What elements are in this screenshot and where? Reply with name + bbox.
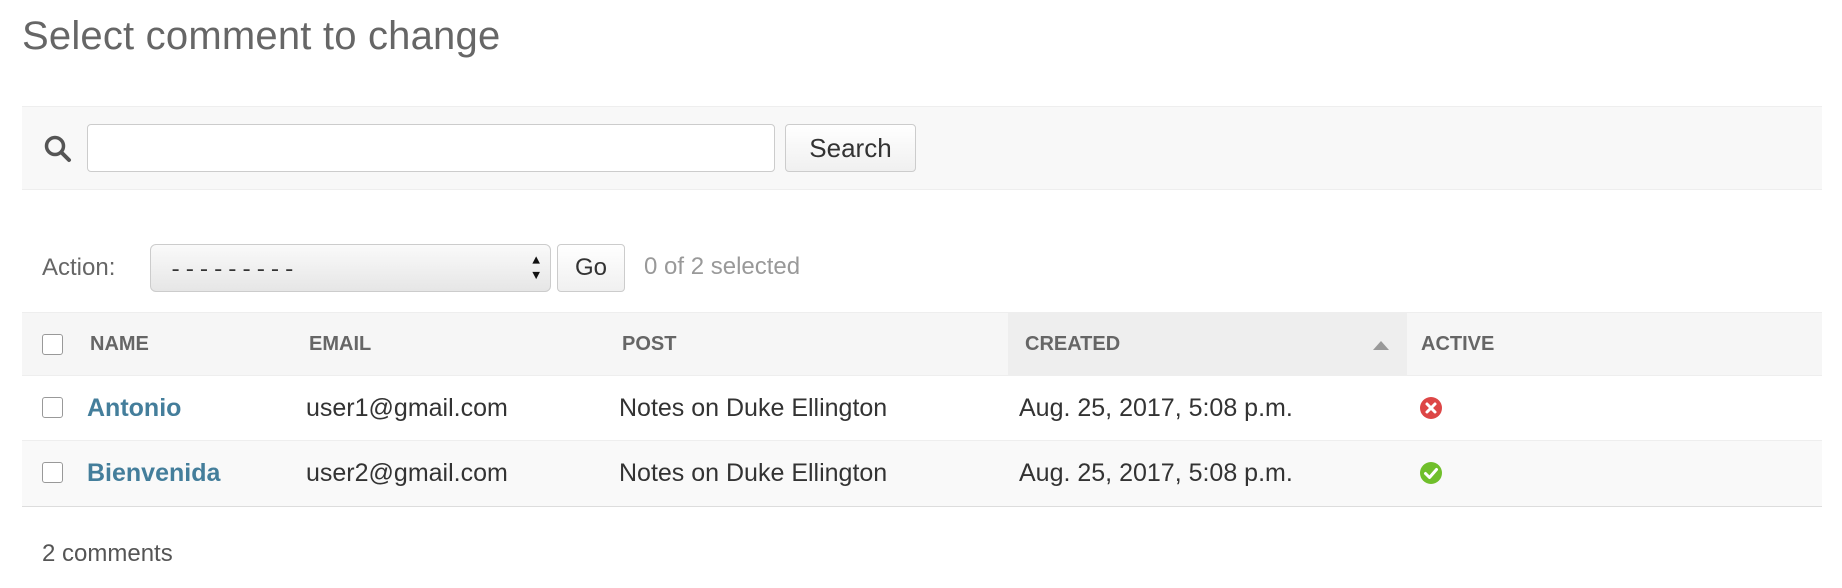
created-cell: Aug. 25, 2017, 5:08 p.m.	[1019, 393, 1293, 422]
go-button[interactable]: Go	[557, 244, 625, 292]
search-button[interactable]: Search	[785, 124, 916, 172]
search-icon	[44, 135, 71, 162]
name-cell: Antonio	[87, 376, 181, 440]
table-header: Name Email Post Created Active	[22, 312, 1822, 376]
table-row: Antonio user1@gmail.com Notes on Duke El…	[22, 376, 1822, 441]
table-row: Bienvenida user2@gmail.com Notes on Duke…	[22, 441, 1822, 506]
check-circle-icon	[1420, 462, 1442, 484]
row-checkbox[interactable]	[42, 462, 63, 483]
action-select[interactable]: --------- ▲ ▼	[150, 244, 551, 292]
column-header-created[interactable]: Created	[1008, 313, 1407, 376]
results-table: Name Email Post Created Active Antonio u…	[22, 312, 1822, 507]
created-cell: Aug. 25, 2017, 5:08 p.m.	[1019, 458, 1293, 487]
select-arrows-icon: ▲ ▼	[532, 253, 540, 283]
action-select-value: ---------	[169, 258, 297, 283]
email-cell: user2@gmail.com	[306, 458, 508, 487]
column-header-created-label: Created	[1025, 333, 1121, 355]
page-title: Select comment to change	[22, 14, 501, 58]
comment-name-link[interactable]: Bienvenida	[87, 459, 220, 488]
name-cell: Bienvenida	[87, 441, 220, 505]
selection-counter: 0 of 2 selected	[644, 253, 801, 280]
column-header-active[interactable]: Active	[1421, 313, 1621, 376]
post-cell: Notes on Duke Ellington	[619, 393, 888, 422]
email-cell: user1@gmail.com	[306, 393, 508, 422]
sort-ascending-icon[interactable]	[1373, 341, 1389, 350]
cross-circle-icon	[1420, 397, 1442, 419]
column-header-email[interactable]: Email	[309, 313, 609, 376]
search-toolbar: Search	[22, 106, 1822, 190]
action-label: Action:	[42, 254, 116, 281]
paginator: 2 comments	[42, 540, 173, 567]
column-header-post[interactable]: Post	[622, 313, 1002, 376]
actions-bar: Action: --------- ▲ ▼ Go 0 of 2 selected	[22, 244, 1822, 294]
changelist-page: Select comment to change Search Action: …	[0, 0, 1842, 588]
post-cell: Notes on Duke Ellington	[619, 458, 888, 487]
row-checkbox[interactable]	[42, 397, 63, 418]
select-all-checkbox[interactable]	[42, 334, 63, 355]
column-header-name[interactable]: Name	[90, 313, 300, 376]
search-input[interactable]	[87, 124, 775, 172]
comment-name-link[interactable]: Antonio	[87, 394, 181, 423]
